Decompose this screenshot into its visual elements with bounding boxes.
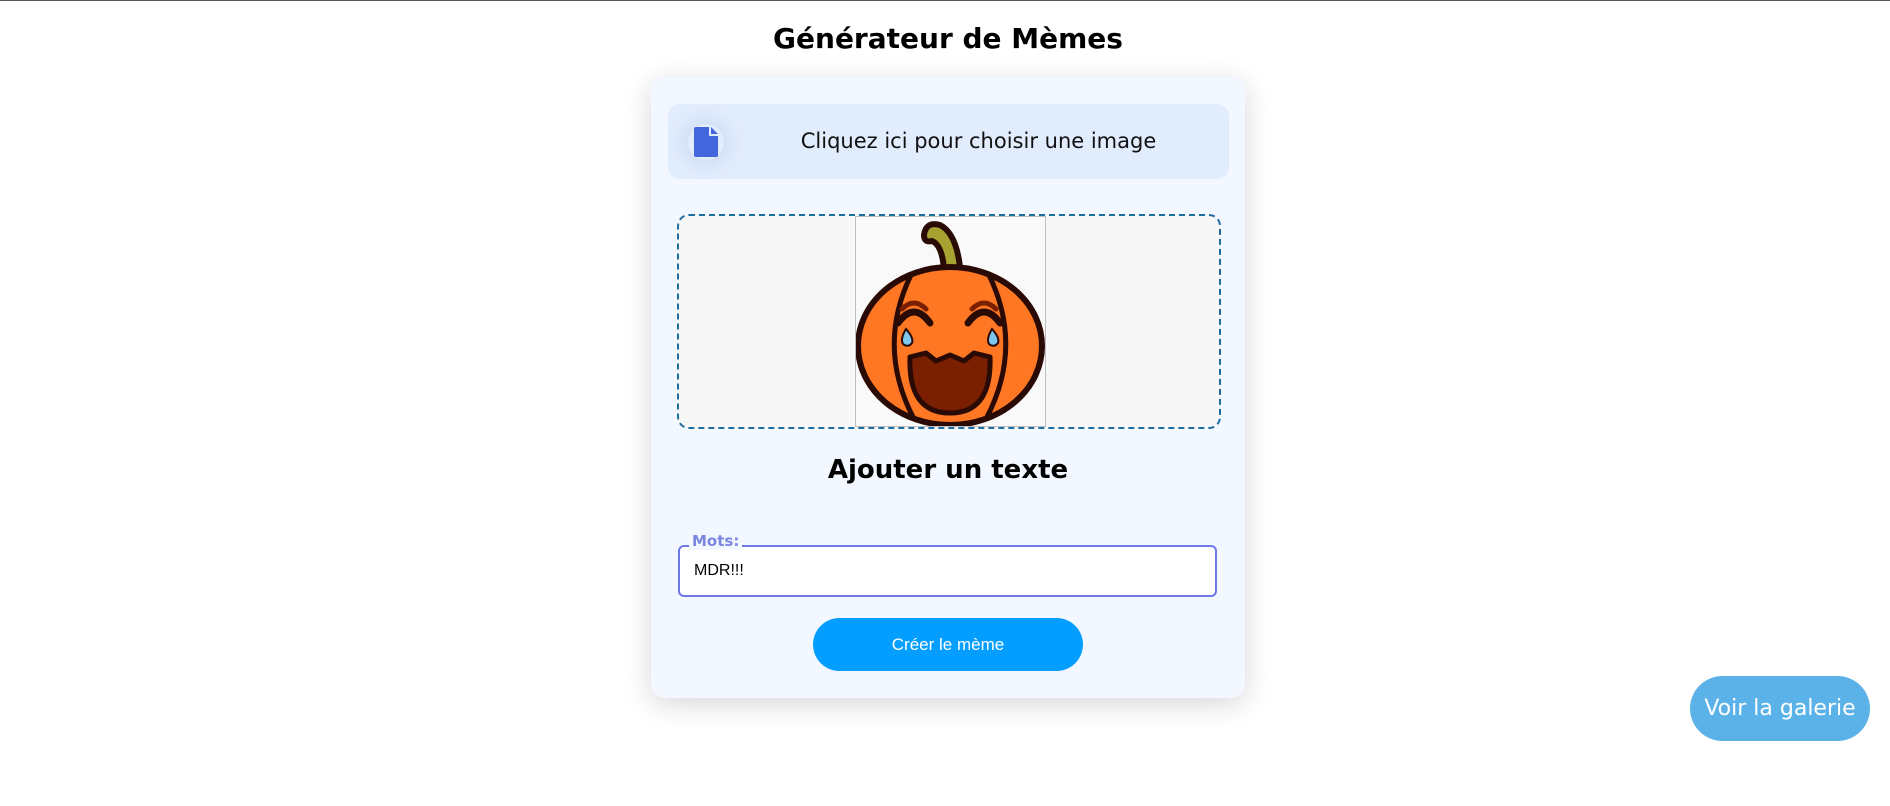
top-divider [0,0,1890,1]
file-picker-button[interactable]: Cliquez ici pour choisir une image [668,104,1229,179]
words-field-label: Mots: [689,532,743,550]
page-title: Générateur de Mèmes [773,22,1123,55]
meme-generator-card: Cliquez ici pour choisir une image Ajout… [651,77,1245,698]
view-gallery-button[interactable]: Voir la galerie [1690,676,1870,741]
add-text-title: Ajouter un texte [827,455,1069,485]
meme-preview-image [855,216,1046,427]
file-picker-label: Cliquez ici pour choisir une image [800,129,1157,153]
image-preview-zone [677,214,1221,429]
create-meme-button[interactable]: Créer le mème [813,618,1083,671]
file-icon [688,124,724,160]
words-input[interactable] [678,545,1217,597]
